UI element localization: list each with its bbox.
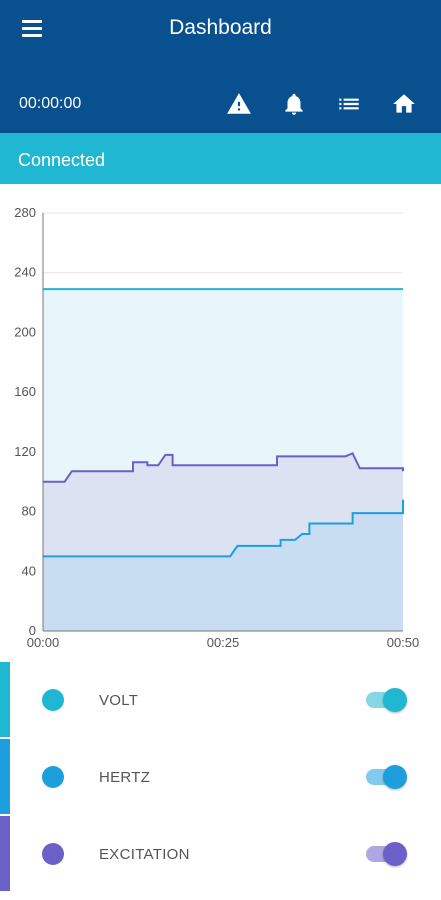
bell-icon[interactable] <box>276 86 312 122</box>
y-tick-label: 40 <box>22 563 36 578</box>
y-tick-label: 120 <box>14 444 36 459</box>
legend-color-bar <box>0 816 10 891</box>
legend-label-excitation: EXCITATION <box>99 846 190 863</box>
elapsed-timer: 00:00:00 <box>19 95 82 112</box>
warning-icon[interactable] <box>221 86 257 122</box>
y-tick-label: 280 <box>14 205 36 220</box>
x-tick-label: 00:00 <box>27 635 60 650</box>
live-chart: 0408012016020024028000:00 00:25 00:50 <box>14 205 420 650</box>
legend-row-hertz: HERTZ <box>0 739 441 816</box>
excitation-toggle[interactable] <box>366 841 408 867</box>
x-tick-label: 00:50 <box>387 635 420 650</box>
hertz-toggle[interactable] <box>366 764 408 790</box>
legend-color-bar <box>0 662 10 737</box>
appbar-actions <box>221 86 441 122</box>
legend-label-volt: VOLT <box>99 692 139 709</box>
list-icon[interactable] <box>331 86 367 122</box>
y-tick-label: 240 <box>14 265 36 280</box>
home-icon[interactable] <box>386 86 422 122</box>
legend-color-dot <box>42 689 64 711</box>
page-title: Dashboard <box>169 16 272 39</box>
legend-color-dot <box>42 766 64 788</box>
toggle-thumb <box>383 765 407 789</box>
toggle-thumb <box>383 688 407 712</box>
x-tick-label: 00:25 <box>207 635 240 650</box>
legend-label-hertz: HERTZ <box>99 769 151 786</box>
y-tick-label: 200 <box>14 324 36 339</box>
toggle-thumb <box>383 842 407 866</box>
y-tick-label: 80 <box>22 504 36 519</box>
legend-color-bar <box>0 739 10 814</box>
legend-row-excitation: EXCITATION <box>0 816 441 893</box>
volt-toggle[interactable] <box>366 687 408 713</box>
app-bar: Dashboard 00:00:00 <box>0 0 441 133</box>
series-legend: VOLT HERTZ EXCITATION <box>0 662 441 893</box>
legend-row-volt: VOLT <box>0 662 441 739</box>
legend-color-dot <box>42 843 64 865</box>
connection-status-bar: Connected <box>0 133 441 184</box>
y-tick-label: 160 <box>14 384 36 399</box>
connection-status-text: Connected <box>18 150 106 170</box>
